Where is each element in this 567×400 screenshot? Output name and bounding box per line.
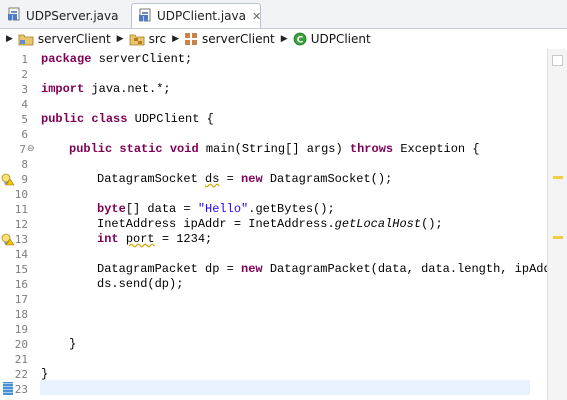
line-number: 5	[21, 113, 28, 126]
line-number: 9	[0, 172, 34, 187]
chevron-right-icon[interactable]: ▶	[281, 34, 288, 44]
code-line: DatagramSocket ds = new DatagramSocket()…	[97, 172, 393, 186]
fold-collapse-icon[interactable]: ⊖	[27, 145, 35, 154]
source-folder-icon	[129, 34, 144, 46]
tab-udpclient[interactable]: J UDPClient.java ✕	[131, 3, 261, 28]
code-line: }	[69, 337, 77, 351]
editor-tab-bar: J UDPServer.java J UDPClient.java ✕	[0, 0, 567, 29]
line-number: 12	[14, 218, 28, 231]
line-number: 16	[14, 278, 28, 291]
line-number: 8	[21, 158, 28, 171]
code-line: import java.net.*;	[41, 82, 171, 96]
code-line: byte[] data = "Hello".getBytes();	[97, 202, 335, 216]
breadcrumb-item-src[interactable]: src	[129, 32, 166, 46]
close-icon[interactable]: ✕	[252, 10, 261, 23]
line-number: 1	[21, 53, 28, 66]
breadcrumb-item-project[interactable]: serverClient	[18, 32, 111, 46]
breadcrumb-item-class[interactable]: C UDPClient	[293, 32, 371, 46]
line-number: 10	[14, 188, 28, 201]
project-folder-icon	[18, 34, 34, 46]
code-line: DatagramPacket dp = new DatagramPacket(d…	[97, 262, 551, 276]
current-line-highlight	[40, 380, 530, 395]
overview-ruler[interactable]	[547, 49, 567, 400]
tab-label: UDPClient.java	[157, 9, 246, 23]
code-line: public class UDPClient {	[41, 112, 214, 126]
svg-text:J: J	[11, 14, 14, 21]
line-number: 18	[14, 308, 28, 321]
line-number: 17	[14, 293, 28, 306]
line-number: 14	[14, 248, 28, 261]
tab-udpserver[interactable]: J UDPServer.java	[1, 3, 131, 28]
code-line: int port = 1234;	[97, 232, 213, 246]
line-number: 11	[14, 203, 28, 216]
line-number: 23	[0, 382, 34, 397]
code-line: public static void main(String[] args) t…	[69, 142, 480, 156]
chevron-right-icon[interactable]: ▶	[172, 34, 179, 44]
class-icon: C	[293, 32, 307, 46]
chevron-right-icon[interactable]: ▶	[117, 34, 124, 44]
line-number: 21	[14, 353, 28, 366]
warning-marker[interactable]	[553, 176, 563, 179]
code-editor[interactable]: 1 2 3 4 5 6 7 ⊖ 8 9 10 11 12 13 14 15 16	[0, 49, 551, 400]
line-number: 2	[21, 68, 28, 81]
line-number: 20	[14, 338, 28, 351]
line-number: 19	[14, 323, 28, 336]
breadcrumb: ▶ serverClient ▶ src ▶ serverClient ▶ C …	[0, 29, 567, 50]
line-number: 22	[14, 368, 28, 381]
code-line: package serverClient;	[41, 52, 193, 66]
warning-marker[interactable]	[553, 236, 563, 239]
line-number: 6	[21, 128, 28, 141]
code-line: InetAddress ipAddr = InetAddress.getLoca…	[97, 217, 443, 231]
chevron-right-icon[interactable]: ▶	[6, 34, 13, 44]
package-icon	[185, 33, 198, 45]
line-number: 7 ⊖	[19, 143, 35, 156]
svg-text:J: J	[142, 15, 145, 22]
warning-summary-box[interactable]	[552, 55, 563, 66]
line-number: 3	[21, 83, 28, 96]
code-line: ds.send(dp);	[97, 277, 184, 291]
code-line: }	[41, 367, 49, 381]
line-number: 15	[14, 263, 28, 276]
svg-text:C: C	[296, 35, 303, 45]
tab-label: UDPServer.java	[26, 8, 119, 23]
breadcrumb-item-package[interactable]: serverClient	[184, 32, 275, 46]
java-file-icon: J	[7, 7, 21, 24]
java-file-icon: J	[138, 8, 152, 25]
line-number: 13	[0, 232, 34, 247]
line-number: 4	[21, 98, 28, 111]
